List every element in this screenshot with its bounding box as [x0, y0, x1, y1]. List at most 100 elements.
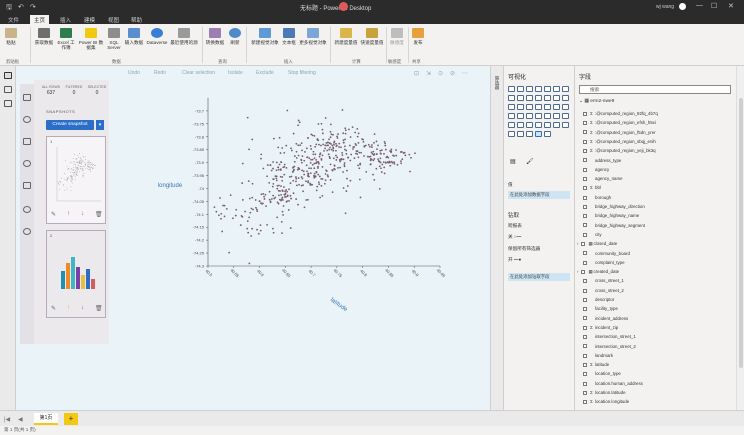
add-page-button[interactable]: + [64, 413, 78, 425]
scatter-visual-icon[interactable] [508, 104, 515, 110]
redo-icon[interactable]: ↷ [30, 3, 36, 11]
field-item[interactable]: Σincident_zip [583, 325, 618, 334]
report-view-icon[interactable] [4, 72, 12, 79]
chevron-right-icon[interactable]: › [577, 241, 578, 246]
isolate-button[interactable]: Isolate [228, 70, 243, 76]
line-visual-icon[interactable] [562, 86, 569, 92]
100-column-visual-icon[interactable] [553, 86, 560, 92]
scrollbar-thumb[interactable] [739, 98, 743, 368]
more-visual-icon[interactable] [544, 131, 551, 137]
new-measure-button[interactable]: 新建度量值 [333, 28, 359, 45]
card-visual-icon[interactable] [526, 113, 533, 119]
field-item[interactable]: Σlocation.latitude [583, 390, 626, 399]
clear-selection-button[interactable]: Clear selection [182, 70, 215, 76]
field-item[interactable]: cross_street_1 [583, 278, 624, 287]
powerbi-dataset-button[interactable]: Power BI 数据集 [78, 28, 104, 50]
create-snapshot-button[interactable]: Create snapshot [46, 120, 94, 130]
field-item[interactable]: bridge_highway_direction [583, 204, 645, 213]
keep-filters-toggle[interactable]: 开 ━● [508, 257, 521, 263]
scatter-custom-visual-icon[interactable] [535, 131, 542, 137]
field-checkbox[interactable] [583, 176, 587, 181]
field-item[interactable]: intersection_street_2 [583, 344, 636, 353]
decomp-tree-visual-icon[interactable] [544, 122, 551, 128]
text-box-button[interactable]: 文本框 [280, 28, 298, 45]
publish-button[interactable]: 发布 [411, 28, 425, 45]
treemap-visual-icon[interactable] [535, 104, 542, 110]
focus-mode-icon[interactable]: ⊙ [438, 70, 443, 77]
edit-icon[interactable]: ✎ [51, 305, 56, 312]
snapshot-card-1[interactable]: 1 ✎ ↑ ↓ 🗑 [46, 136, 106, 224]
data-view-icon[interactable] [4, 86, 12, 93]
pin-icon[interactable]: ⊡ [414, 70, 419, 77]
close-icon[interactable]: ✕ [728, 2, 734, 10]
maximize-icon[interactable]: ☐ [711, 2, 717, 10]
waterfall-visual-icon[interactable] [553, 95, 560, 101]
field-checkbox[interactable] [583, 223, 587, 228]
field-checkbox[interactable] [583, 297, 587, 302]
report-canvas[interactable]: -73.7 -73.75 -73.8 -73.85 -73.9 -73.95 -74 -74.… [16, 66, 490, 410]
field-item[interactable]: Σlatitude [583, 362, 609, 371]
key-influencers-visual-icon[interactable] [535, 122, 542, 128]
narrative-visual-icon[interactable] [562, 122, 569, 128]
snapshot-card-2[interactable]: 2 ✎ ↑ ↓ 🗑 [46, 230, 106, 318]
cross-report-toggle[interactable]: 关 ○━ [508, 234, 521, 240]
camera-icon[interactable] [23, 182, 31, 189]
chevron-down-icon[interactable]: ▾ [96, 120, 104, 130]
field-item[interactable]: › ▦created_date [577, 269, 619, 278]
field-item[interactable]: community_board [583, 251, 630, 260]
transform-data-button[interactable]: 转换数据 [205, 28, 225, 45]
fields-tab-icon[interactable]: ▤ [510, 158, 516, 165]
100-bar-visual-icon[interactable] [544, 86, 551, 92]
field-checkbox[interactable] [583, 335, 587, 340]
qa-visual-icon[interactable] [553, 122, 560, 128]
power-apps-visual-icon[interactable] [517, 131, 524, 137]
field-checkbox[interactable] [583, 372, 587, 377]
more-options-icon[interactable]: ⋯ [462, 70, 468, 77]
field-item[interactable]: facility_type [583, 306, 618, 315]
field-checkbox[interactable] [583, 390, 587, 395]
field-checkbox[interactable] [583, 195, 587, 200]
exclude-button[interactable]: Exclude [256, 70, 274, 76]
sql-server-button[interactable]: SQL Server [106, 28, 122, 50]
python-visual-visual-icon[interactable] [526, 122, 533, 128]
gear-icon[interactable] [23, 228, 31, 235]
field-checkbox[interactable] [583, 307, 587, 312]
field-item[interactable]: Σlocation.longitude [583, 399, 629, 408]
field-checkbox[interactable] [583, 344, 587, 349]
field-item[interactable]: Σ:@computed_region_f5dn_yrer [583, 130, 656, 139]
kpi-visual-icon[interactable] [544, 113, 551, 119]
field-checkbox[interactable] [583, 232, 587, 237]
chevron-down-icon[interactable]: ⌄ [579, 99, 583, 104]
recent-sources-button[interactable]: 最近使用的源 [168, 28, 200, 45]
clustered-column-visual-icon[interactable] [535, 86, 542, 92]
new-visual-button[interactable]: 新建视觉对象 [250, 28, 280, 45]
field-item[interactable]: complaint_type [583, 260, 625, 269]
fields-search-input[interactable]: 搜索 [579, 85, 731, 94]
ribbon-visual-icon[interactable] [544, 95, 551, 101]
expand-icon[interactable]: ⇲ [426, 70, 431, 77]
search-icon[interactable] [23, 160, 31, 167]
delete-icon[interactable]: 🗑 [95, 305, 103, 312]
redo-button[interactable]: Redo [154, 70, 166, 76]
field-checkbox[interactable] [583, 214, 587, 219]
field-checkbox[interactable] [583, 149, 587, 154]
field-checkbox[interactable] [583, 167, 587, 172]
page-tab[interactable]: 第1页 [34, 413, 58, 425]
refresh-button[interactable]: 刷新 [228, 28, 242, 45]
minimize-icon[interactable]: — [696, 2, 703, 9]
field-checkbox[interactable] [583, 316, 587, 321]
filled-map-visual-icon[interactable] [553, 104, 560, 110]
field-item[interactable]: bridge_highway_name [583, 213, 639, 222]
table-icon[interactable] [23, 94, 31, 101]
enter-data-button[interactable]: 输入数据 [122, 28, 146, 45]
paginated-visual-icon[interactable] [508, 131, 515, 137]
get-data-button[interactable]: 获取数据 [34, 28, 54, 45]
move-down-icon[interactable]: ↓ [81, 211, 84, 217]
field-checkbox[interactable] [581, 269, 586, 274]
funnel-visual-icon[interactable] [562, 95, 569, 101]
field-item[interactable]: location.human_address [583, 381, 643, 390]
grid-icon[interactable] [23, 138, 31, 145]
field-checkbox[interactable] [583, 158, 587, 163]
field-item[interactable]: Σ:@computed_region_92fq_4b7q [583, 111, 658, 120]
chevron-right-icon[interactable]: › [577, 269, 578, 274]
